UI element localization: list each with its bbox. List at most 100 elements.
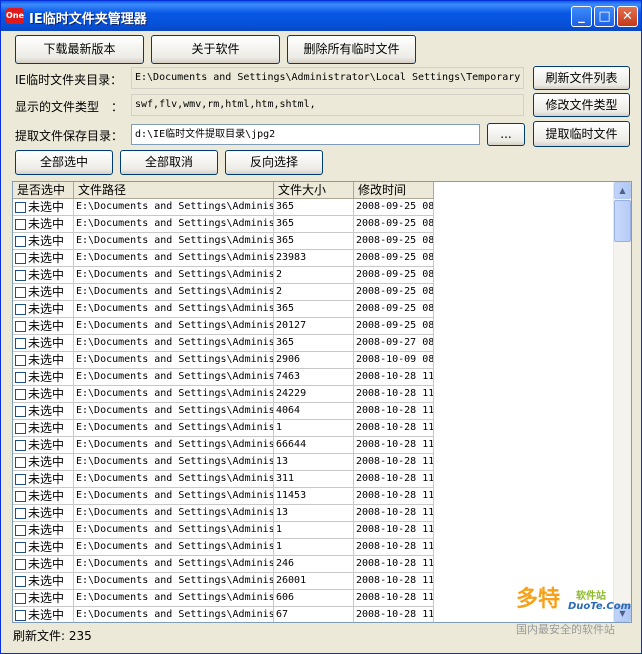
row-checkbox[interactable] bbox=[15, 423, 26, 434]
row-checkbox[interactable] bbox=[15, 236, 26, 247]
modify-types-button[interactable]: 修改文件类型 bbox=[533, 93, 630, 117]
select-cell[interactable]: 未选中 bbox=[13, 267, 74, 284]
minimize-button[interactable]: _ bbox=[571, 6, 592, 27]
row-checkbox[interactable] bbox=[15, 508, 26, 519]
table-row[interactable]: 未选中 E:\Documents and Settings\Adminis 2906… bbox=[13, 352, 613, 369]
table-row[interactable]: 未选中 E:\Documents and Settings\Adminis 311 2… bbox=[13, 471, 613, 488]
title-bar[interactable]: One IE临时文件夹管理器 _ □ ✕ bbox=[1, 1, 641, 31]
row-checkbox[interactable] bbox=[15, 287, 26, 298]
row-checkbox[interactable] bbox=[15, 202, 26, 213]
invert-selection-button[interactable]: 反向选择 bbox=[225, 150, 323, 175]
checkbox-label: 未选中 bbox=[28, 251, 65, 265]
download-latest-button[interactable]: 下载最新版本 bbox=[15, 35, 144, 64]
table-row[interactable]: 未选中 E:\Documents and Settings\Adminis 365 2… bbox=[13, 335, 613, 352]
table-row[interactable]: 未选中 E:\Documents and Settings\Adminis 1 200… bbox=[13, 420, 613, 437]
row-checkbox[interactable] bbox=[15, 372, 26, 383]
select-cell[interactable]: 未选中 bbox=[13, 335, 74, 352]
select-cell[interactable]: 未选中 bbox=[13, 352, 74, 369]
table-row[interactable]: 未选中 E:\Documents and Settings\Adminis 2422… bbox=[13, 386, 613, 403]
header-path[interactable]: 文件路径 bbox=[74, 182, 274, 199]
select-cell[interactable]: 未选中 bbox=[13, 318, 74, 335]
table-row[interactable]: 未选中 E:\Documents and Settings\Adminis 13 20… bbox=[13, 454, 613, 471]
header-selected[interactable]: 是否选中 bbox=[13, 182, 74, 199]
select-cell[interactable]: 未选中 bbox=[13, 556, 74, 573]
table-row[interactable]: 未选中 E:\Documents and Settings\Adminis 246 2… bbox=[13, 556, 613, 573]
size-cell: 11453 bbox=[274, 488, 354, 505]
select-cell[interactable]: 未选中 bbox=[13, 607, 74, 622]
select-cell[interactable]: 未选中 bbox=[13, 505, 74, 522]
select-cell[interactable]: 未选中 bbox=[13, 369, 74, 386]
scroll-thumb[interactable] bbox=[614, 200, 631, 242]
select-cell[interactable]: 未选中 bbox=[13, 488, 74, 505]
table-row[interactable]: 未选中 E:\Documents and Settings\Adminis 365 2… bbox=[13, 301, 613, 318]
table-row[interactable]: 未选中 E:\Documents and Settings\Adminis 2398… bbox=[13, 250, 613, 267]
header-size[interactable]: 文件大小 bbox=[274, 182, 354, 199]
row-checkbox[interactable] bbox=[15, 389, 26, 400]
select-cell[interactable]: 未选中 bbox=[13, 233, 74, 250]
row-checkbox[interactable] bbox=[15, 440, 26, 451]
table-row[interactable]: 未选中 E:\Documents and Settings\Adminis 4064… bbox=[13, 403, 613, 420]
table-row[interactable]: 未选中 E:\Documents and Settings\Adminis 6664… bbox=[13, 437, 613, 454]
select-cell[interactable]: 未选中 bbox=[13, 420, 74, 437]
row-checkbox[interactable] bbox=[15, 491, 26, 502]
vertical-scrollbar[interactable]: ▲ ▼ bbox=[613, 182, 631, 622]
select-cell[interactable]: 未选中 bbox=[13, 386, 74, 403]
about-button[interactable]: 关于软件 bbox=[151, 35, 280, 64]
row-checkbox[interactable] bbox=[15, 338, 26, 349]
row-checkbox[interactable] bbox=[15, 270, 26, 281]
select-cell[interactable]: 未选中 bbox=[13, 403, 74, 420]
row-checkbox[interactable] bbox=[15, 406, 26, 417]
row-checkbox[interactable] bbox=[15, 321, 26, 332]
row-checkbox[interactable] bbox=[15, 610, 26, 621]
row-checkbox[interactable] bbox=[15, 593, 26, 604]
scroll-up-icon[interactable]: ▲ bbox=[614, 182, 631, 199]
row-checkbox[interactable] bbox=[15, 355, 26, 366]
select-cell[interactable]: 未选中 bbox=[13, 522, 74, 539]
deselect-all-button[interactable]: 全部取消 bbox=[120, 150, 218, 175]
select-cell[interactable]: 未选中 bbox=[13, 216, 74, 233]
row-checkbox[interactable] bbox=[15, 525, 26, 536]
select-cell[interactable]: 未选中 bbox=[13, 301, 74, 318]
select-cell[interactable]: 未选中 bbox=[13, 437, 74, 454]
table-row[interactable]: 未选中 E:\Documents and Settings\Adminis 2012… bbox=[13, 318, 613, 335]
row-checkbox[interactable] bbox=[15, 304, 26, 315]
table-row[interactable]: 未选中 E:\Documents and Settings\Adminis 365 2… bbox=[13, 199, 613, 216]
file-grid[interactable]: 是否选中 文件路径 文件大小 修改时间 未选中 E:\Documents and … bbox=[12, 181, 632, 623]
table-row[interactable]: 未选中 E:\Documents and Settings\Adminis 13 20… bbox=[13, 505, 613, 522]
select-cell[interactable]: 未选中 bbox=[13, 199, 74, 216]
refresh-list-button[interactable]: 刷新文件列表 bbox=[533, 66, 630, 90]
select-cell[interactable]: 未选中 bbox=[13, 471, 74, 488]
row-checkbox[interactable] bbox=[15, 474, 26, 485]
delete-all-button[interactable]: 删除所有临时文件 bbox=[287, 35, 416, 64]
select-cell[interactable]: 未选中 bbox=[13, 573, 74, 590]
table-row[interactable]: 未选中 E:\Documents and Settings\Adminis 365 2… bbox=[13, 233, 613, 250]
maximize-button[interactable]: □ bbox=[594, 6, 615, 27]
file-types-field[interactable]: swf,flv,wmv,rm,html,htm,shtml, bbox=[131, 94, 524, 116]
path-cell: E:\Documents and Settings\Adminis bbox=[74, 539, 274, 556]
table-row[interactable]: 未选中 E:\Documents and Settings\Adminis 1145… bbox=[13, 488, 613, 505]
select-cell[interactable]: 未选中 bbox=[13, 454, 74, 471]
extract-button[interactable]: 提取临时文件 bbox=[533, 121, 630, 147]
close-button[interactable]: ✕ bbox=[617, 6, 638, 27]
save-dir-input[interactable]: d:\IE临时文件提取目录\jpg2 bbox=[131, 124, 480, 145]
temp-dir-field[interactable]: E:\Documents and Settings\Administrator\… bbox=[131, 67, 524, 89]
select-cell[interactable]: 未选中 bbox=[13, 539, 74, 556]
header-modified[interactable]: 修改时间 bbox=[354, 182, 434, 199]
select-cell[interactable]: 未选中 bbox=[13, 284, 74, 301]
row-checkbox[interactable] bbox=[15, 457, 26, 468]
select-cell[interactable]: 未选中 bbox=[13, 590, 74, 607]
row-checkbox[interactable] bbox=[15, 219, 26, 230]
table-row[interactable]: 未选中 E:\Documents and Settings\Adminis 1 200… bbox=[13, 522, 613, 539]
table-row[interactable]: 未选中 E:\Documents and Settings\Adminis 1 200… bbox=[13, 539, 613, 556]
table-row[interactable]: 未选中 E:\Documents and Settings\Adminis 2 200… bbox=[13, 284, 613, 301]
table-row[interactable]: 未选中 E:\Documents and Settings\Adminis 2 200… bbox=[13, 267, 613, 284]
row-checkbox[interactable] bbox=[15, 253, 26, 264]
table-row[interactable]: 未选中 E:\Documents and Settings\Adminis 7463… bbox=[13, 369, 613, 386]
table-row[interactable]: 未选中 E:\Documents and Settings\Adminis 365 2… bbox=[13, 216, 613, 233]
browse-button[interactable]: ... bbox=[487, 123, 525, 146]
row-checkbox[interactable] bbox=[15, 559, 26, 570]
select-all-button[interactable]: 全部选中 bbox=[15, 150, 113, 175]
select-cell[interactable]: 未选中 bbox=[13, 250, 74, 267]
row-checkbox[interactable] bbox=[15, 542, 26, 553]
row-checkbox[interactable] bbox=[15, 576, 26, 587]
